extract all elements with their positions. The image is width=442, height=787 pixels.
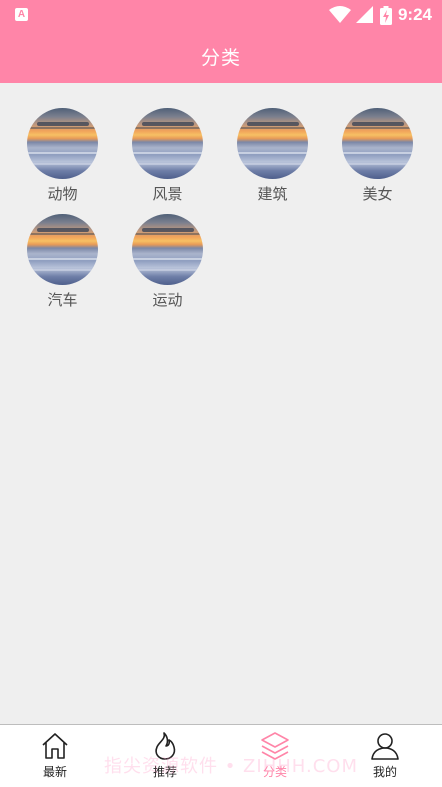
app-notification-icon: A bbox=[15, 8, 28, 21]
category-thumbnail bbox=[27, 108, 98, 179]
category-architecture[interactable]: 建筑 bbox=[220, 108, 325, 208]
status-indicators: 9:24 bbox=[328, 5, 432, 25]
category-sports[interactable]: 运动 bbox=[115, 214, 220, 314]
category-animals[interactable]: 动物 bbox=[10, 108, 115, 208]
nav-label: 推荐 bbox=[152, 765, 177, 779]
category-thumbnail bbox=[342, 108, 413, 179]
page-title: 分类 bbox=[200, 47, 241, 69]
status-bar: A 9:24 bbox=[0, 0, 442, 30]
category-label: 风景 bbox=[152, 185, 183, 203]
category-thumbnail bbox=[237, 108, 308, 179]
nav-categories[interactable]: 分类 bbox=[220, 731, 330, 787]
category-cars[interactable]: 汽车 bbox=[10, 214, 115, 314]
category-label: 汽车 bbox=[47, 291, 78, 309]
nav-label: 最新 bbox=[42, 765, 67, 779]
flame-icon bbox=[155, 732, 176, 760]
app-bar: 分类 bbox=[0, 30, 442, 83]
category-label: 建筑 bbox=[257, 185, 288, 203]
nav-label: 我的 bbox=[372, 765, 397, 779]
category-label: 动物 bbox=[47, 185, 78, 203]
battery-icon bbox=[379, 5, 392, 25]
category-label: 运动 bbox=[152, 291, 183, 309]
layers-icon bbox=[261, 732, 289, 760]
category-beauty[interactable]: 美女 bbox=[325, 108, 430, 208]
nav-recommended[interactable]: 推荐 bbox=[110, 731, 220, 787]
category-thumbnail bbox=[132, 214, 203, 285]
category-label: 美女 bbox=[362, 185, 393, 203]
status-time: 9:24 bbox=[397, 5, 432, 24]
category-thumbnail bbox=[27, 214, 98, 285]
nav-latest[interactable]: 最新 bbox=[0, 731, 110, 787]
user-icon bbox=[371, 733, 399, 760]
nav-me[interactable]: 我的 bbox=[330, 731, 440, 787]
bottom-nav: 最新 推荐 分类 我的 bbox=[0, 724, 442, 787]
category-thumbnail bbox=[132, 108, 203, 179]
home-icon bbox=[42, 733, 68, 759]
nav-label: 分类 bbox=[262, 765, 287, 779]
cell-signal-icon bbox=[355, 6, 373, 23]
category-scenery[interactable]: 风景 bbox=[115, 108, 220, 208]
wifi-icon bbox=[328, 6, 351, 23]
